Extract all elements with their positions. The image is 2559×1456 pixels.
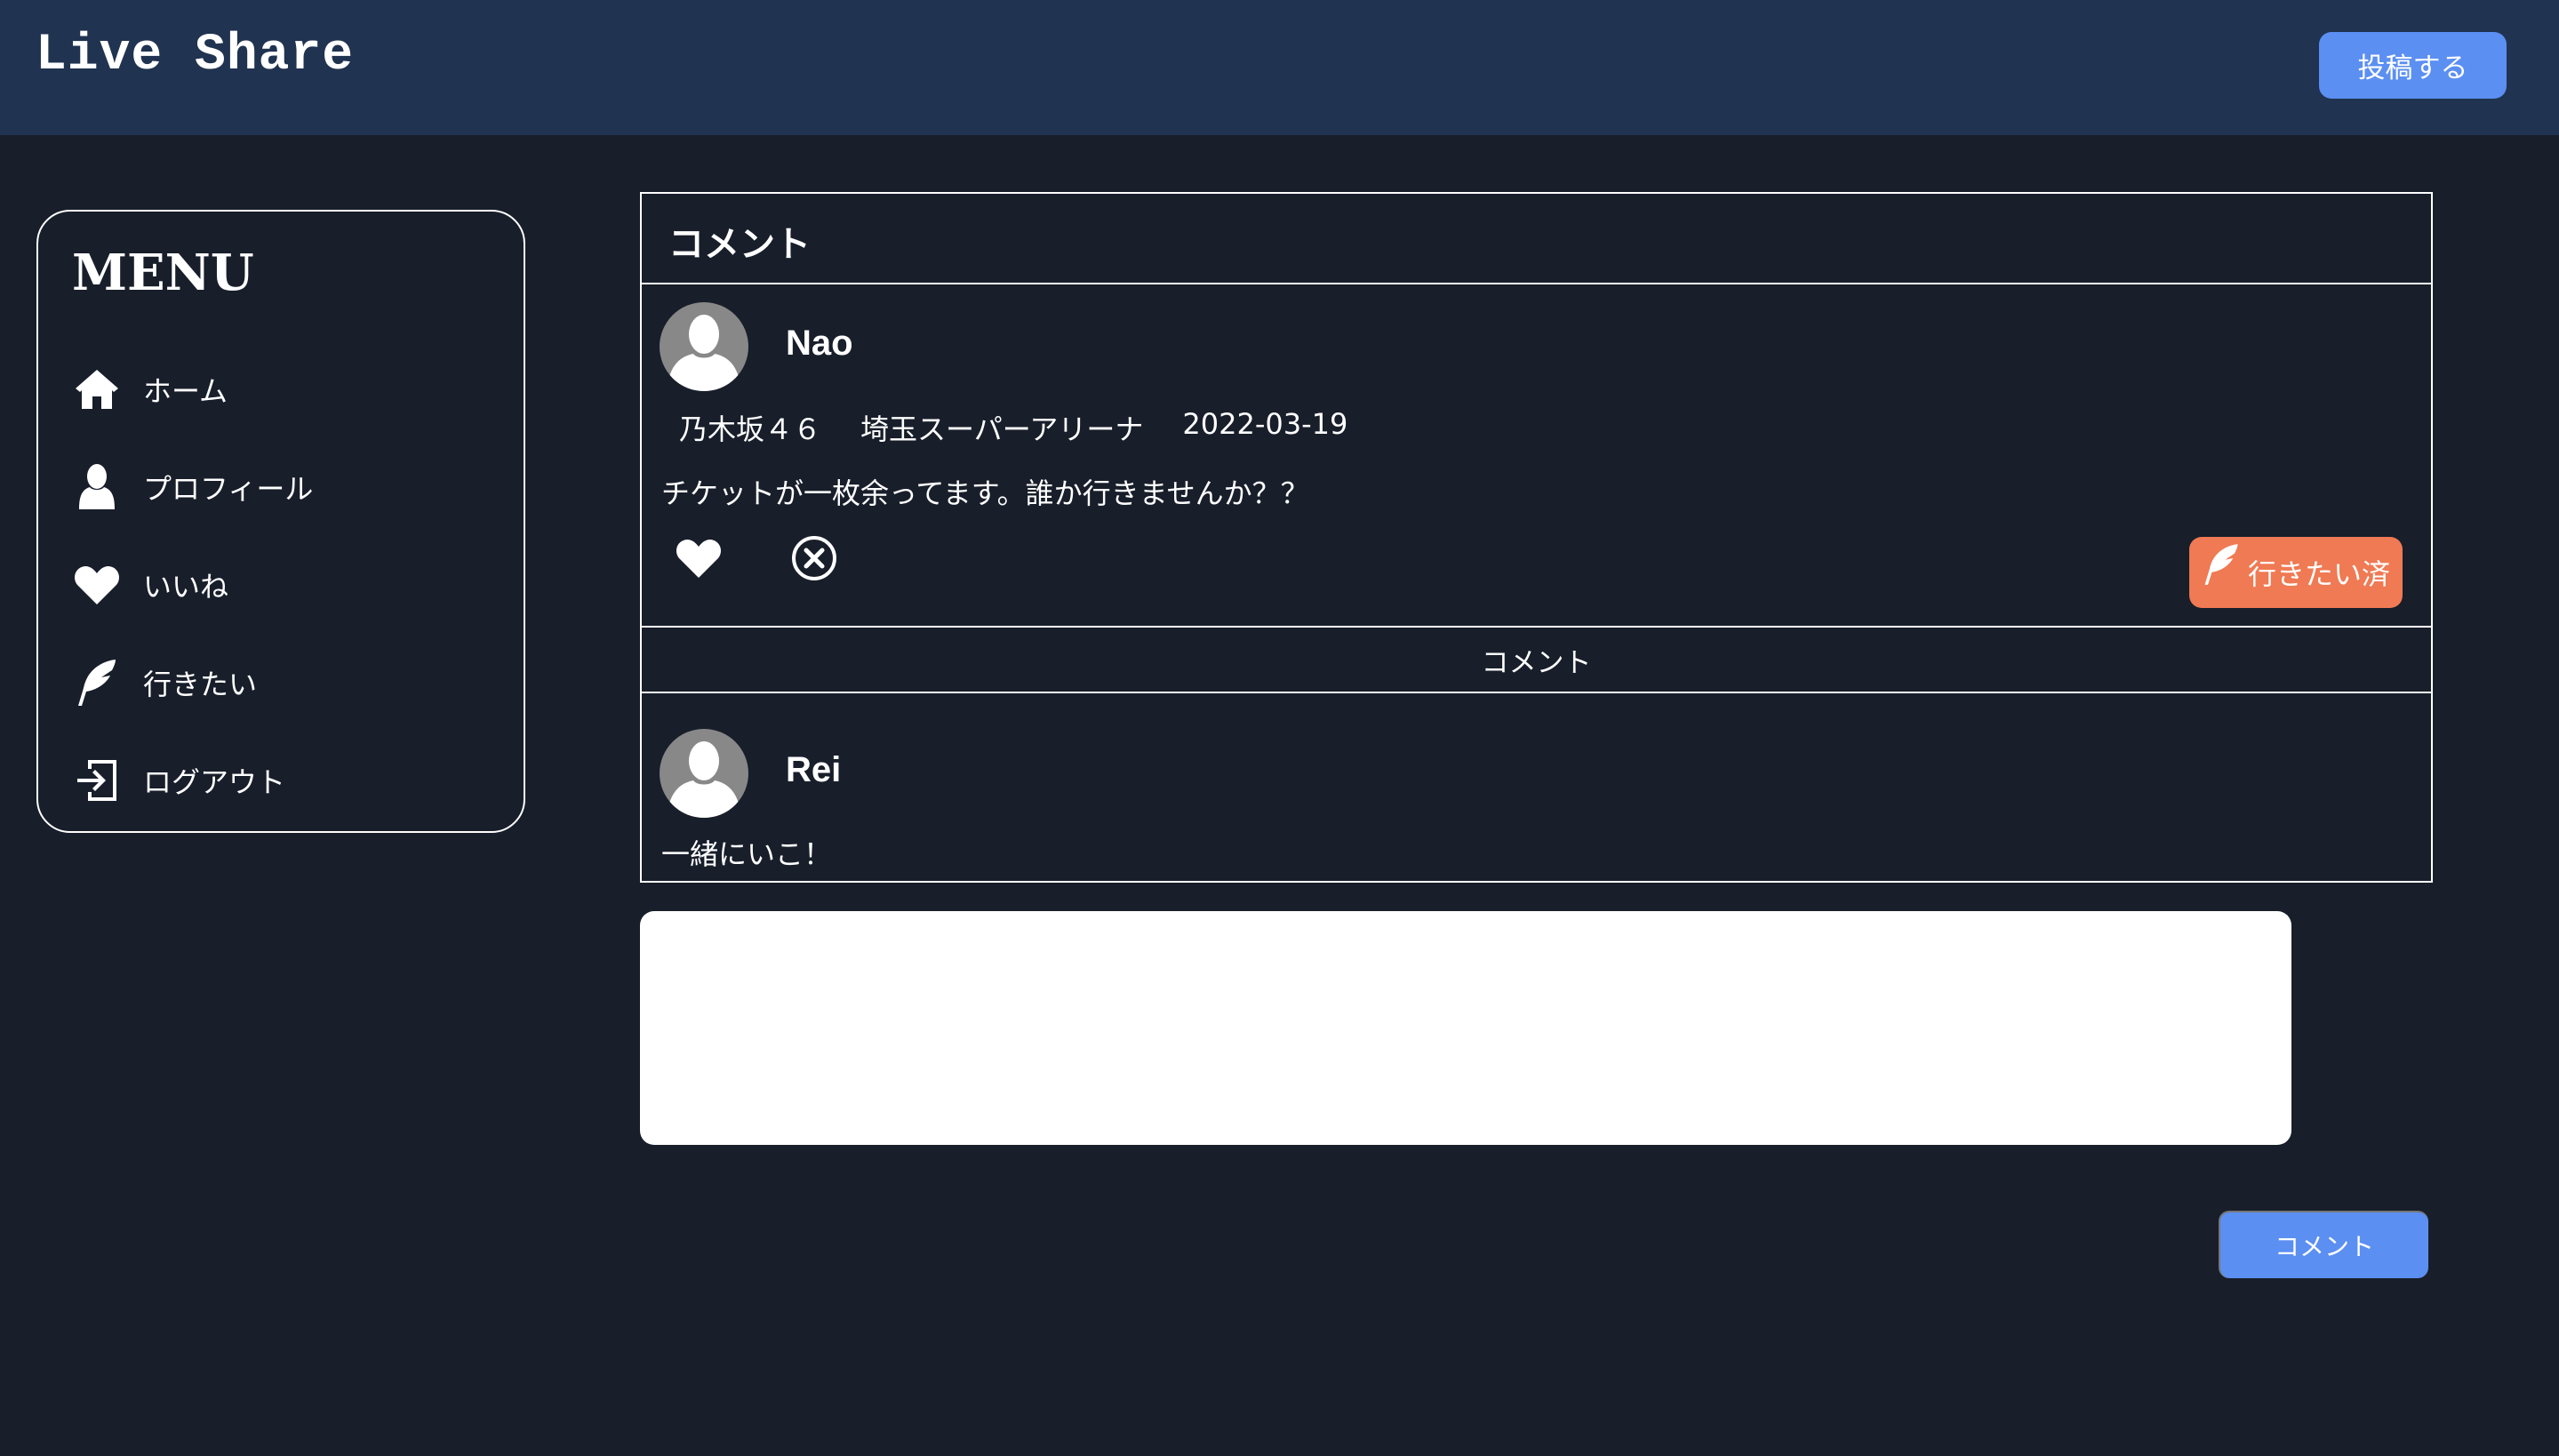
- sidebar-item-likes[interactable]: いいね: [72, 556, 481, 613]
- top-header: Live Share 投稿する: [0, 0, 2559, 135]
- post-venue: 埼玉スーパーアリーナ: [860, 412, 1144, 446]
- sidebar-item-label: 行きたい: [143, 668, 258, 701]
- comment-text: 一緒にいこ！: [661, 837, 833, 871]
- post-author[interactable]: Nao: [786, 324, 853, 364]
- comments-section-header: コメント: [642, 626, 2431, 693]
- avatar[interactable]: [660, 302, 748, 391]
- want-to-go-button[interactable]: 行きたい済: [2189, 537, 2403, 608]
- close-circle-icon: [792, 536, 836, 580]
- card-header: コメント: [642, 194, 2431, 284]
- sidebar-item-label: ログアウト: [143, 765, 286, 799]
- sidebar-item-label: いいね: [143, 570, 229, 604]
- post-date: 2022-03-19: [1182, 407, 1348, 441]
- post-artist: 乃木坂４６: [679, 412, 822, 446]
- app-logo[interactable]: Live Share: [36, 27, 354, 84]
- new-post-button[interactable]: 投稿する: [2319, 32, 2507, 99]
- sidebar-item-profile[interactable]: プロフィール: [72, 459, 481, 516]
- user-icon: [72, 462, 122, 512]
- sidebar-item-label: ホーム: [143, 374, 228, 408]
- comment-author[interactable]: Rei: [786, 750, 841, 790]
- menu-title: MENU: [72, 244, 254, 302]
- user-silhouette-icon: [667, 315, 741, 391]
- want-to-go-label: 行きたい済: [2247, 557, 2390, 591]
- feather-icon: [72, 658, 122, 708]
- post-meta: 乃木坂４６ 埼玉スーパーアリーナ 2022-03-19: [679, 407, 1387, 448]
- user-silhouette-icon: [667, 741, 741, 818]
- like-button[interactable]: [674, 533, 724, 583]
- card-title: コメント: [668, 224, 811, 265]
- avatar[interactable]: [660, 729, 748, 818]
- comment-input[interactable]: [640, 911, 2291, 1145]
- comment-submit-button[interactable]: コメント: [2219, 1211, 2428, 1278]
- sidebar-item-label: プロフィール: [143, 472, 314, 506]
- heart-icon: [676, 540, 721, 578]
- post-card: コメント Nao 乃木坂４６ 埼玉スーパーアリーナ 2022-03-19 チケッ…: [640, 192, 2433, 883]
- heart-icon: [72, 560, 122, 610]
- logout-icon: [72, 756, 122, 805]
- delete-button[interactable]: [789, 533, 839, 583]
- sidebar-item-logout[interactable]: ログアウト: [72, 752, 481, 809]
- home-icon: [72, 364, 122, 414]
- post-text: チケットが一枚余ってます。誰か行きませんか？？: [661, 476, 1309, 510]
- feather-icon: [2204, 544, 2238, 585]
- sidebar-item-want[interactable]: 行きたい: [72, 654, 481, 711]
- sidebar-menu: MENU ホーム プロフィール いいね 行きたい ログアウト: [36, 210, 525, 833]
- sidebar-item-home[interactable]: ホーム: [72, 361, 481, 418]
